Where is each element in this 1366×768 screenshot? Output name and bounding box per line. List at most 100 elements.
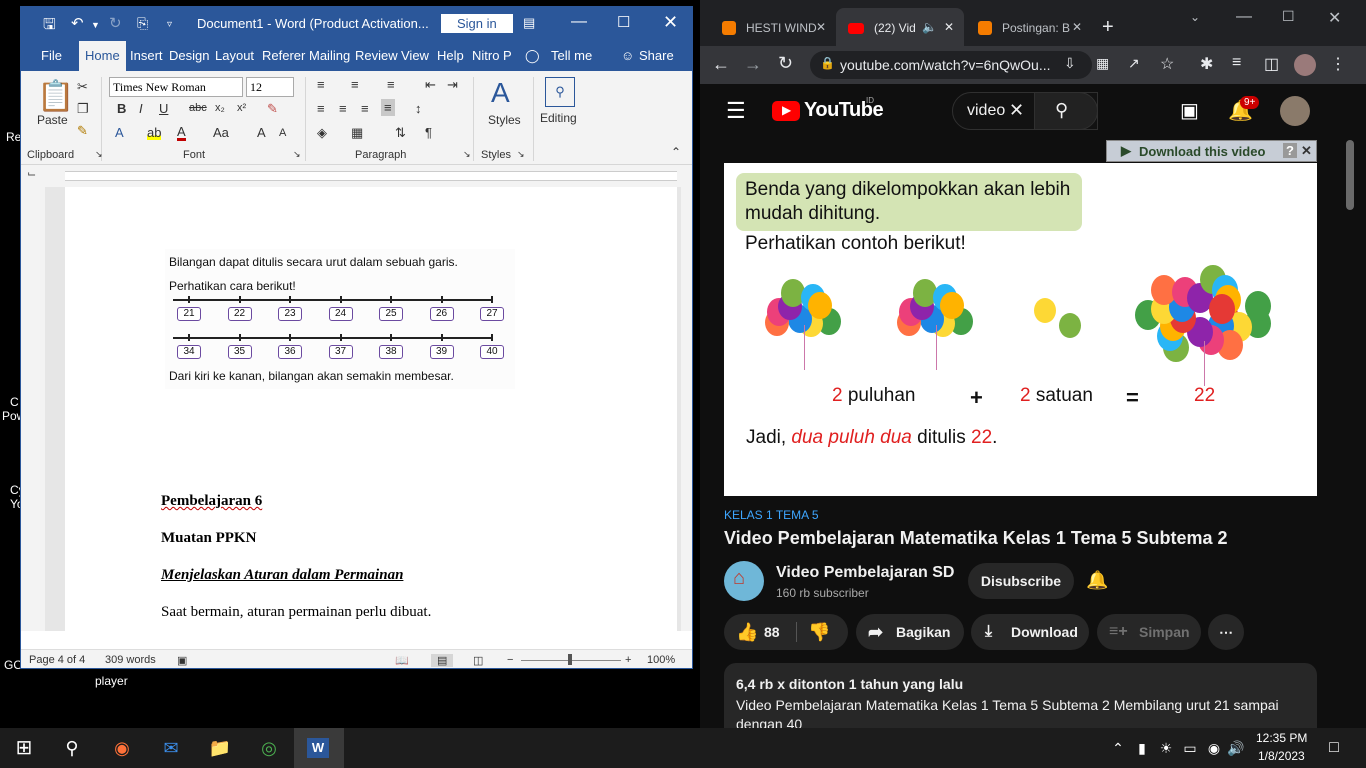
channel-name[interactable]: Video Pembelajaran SD [776, 564, 954, 582]
notifications-icon[interactable]: □ [1314, 734, 1354, 762]
find-icon[interactable]: ⚲ [545, 77, 575, 107]
tab-home[interactable]: Home [79, 41, 126, 71]
desktop-icon-label[interactable]: player [95, 674, 128, 688]
clock-date[interactable]: 1/8/2023 [1258, 749, 1305, 763]
grow-font-icon[interactable]: A [257, 125, 266, 140]
download-video-bar[interactable]: ▶ Download this video ? ✕ [1106, 140, 1317, 162]
close-tab-icon[interactable]: ✕ [944, 20, 954, 34]
hamburger-menu-icon[interactable]: ☰ [726, 98, 746, 124]
clear-formatting-icon[interactable]: ✎ [267, 101, 278, 117]
word-count[interactable]: 309 words [105, 654, 156, 666]
tab-selector-icon[interactable]: ⌙ [27, 167, 36, 180]
maximize-icon[interactable]: ☐ [1282, 8, 1295, 25]
superscript-icon[interactable]: x² [237, 102, 246, 114]
firefox-icon[interactable]: ◉ [102, 734, 142, 762]
tab-mailings[interactable]: Mailing [309, 41, 350, 71]
create-video-icon[interactable]: ▣ [1180, 98, 1199, 123]
tab-insert[interactable]: Insert [130, 41, 163, 71]
zoom-in-icon[interactable]: + [625, 654, 631, 666]
bookmark-star-icon[interactable]: ☆ [1160, 54, 1174, 74]
dialog-launcher-icon[interactable]: ↘ [293, 149, 301, 160]
editing-button[interactable]: Editing [540, 111, 577, 125]
chrome-menu-icon[interactable]: ⋮ [1330, 54, 1346, 74]
dialog-launcher-icon[interactable]: ↘ [517, 149, 525, 160]
italic-icon[interactable]: I [139, 101, 143, 116]
paste-icon[interactable]: 📋 [37, 79, 74, 114]
close-icon[interactable]: ✕ [1328, 8, 1341, 28]
shading-icon[interactable]: ◈ [317, 125, 327, 141]
reload-icon[interactable]: ↻ [778, 53, 793, 74]
close-icon[interactable]: ✕ [663, 12, 678, 33]
strikethrough-icon[interactable]: abc [189, 102, 207, 114]
vertical-scrollbar[interactable] [681, 187, 692, 631]
minimize-icon[interactable]: — [1236, 8, 1252, 26]
highlight-icon[interactable]: ab [147, 125, 162, 140]
tab-layout[interactable]: Layout [215, 41, 254, 71]
print-layout-icon[interactable]: ▤ [431, 654, 454, 667]
save-icon[interactable]: 🖫 [43, 14, 56, 39]
ribbon-display-icon[interactable]: ▤ [523, 15, 535, 31]
redo-icon[interactable]: ↻ [109, 14, 122, 32]
zoom-level[interactable]: 100% [647, 654, 675, 666]
tab-view[interactable]: View [401, 41, 429, 71]
tab-youtube[interactable]: (22) Vid 🔈 ✕ [836, 8, 964, 46]
subscribe-button[interactable]: Disubscribe [968, 563, 1074, 599]
justify-icon[interactable]: ≡ [381, 99, 395, 116]
sort-icon[interactable]: ⇅ [395, 125, 406, 141]
tab-nitro[interactable]: Nitro P [472, 41, 512, 71]
close-tab-icon[interactable]: ✕ [1072, 20, 1082, 34]
chrome-icon[interactable]: ◎ [249, 734, 289, 762]
paste-button[interactable]: Paste [37, 113, 68, 127]
video-category-link[interactable]: KELAS 1 TEMA 5 [724, 508, 819, 522]
install-icon[interactable]: ⇩ [1064, 55, 1076, 72]
styles-icon[interactable]: A [491, 77, 510, 109]
align-center-icon[interactable]: ≡ [339, 101, 347, 116]
bullets-icon[interactable]: ≡ [317, 77, 325, 92]
sign-in-button[interactable]: Sign in [441, 14, 513, 33]
print-preview-icon[interactable]: ⎘ [137, 15, 148, 32]
decrease-indent-icon[interactable]: ⇤ [425, 77, 436, 93]
bold-icon[interactable]: B [117, 101, 126, 116]
word-taskbar-button[interactable]: W [294, 728, 344, 768]
format-painter-icon[interactable]: ✎ [77, 123, 88, 139]
description-box[interactable]: 6,4 rb x ditonton 1 tahun yang lalu Vide… [724, 663, 1317, 728]
change-case-icon[interactable]: Aa [213, 125, 229, 140]
collapse-ribbon-icon[interactable]: ⌃ [671, 145, 681, 159]
download-button[interactable]: ⤓ Download [971, 614, 1089, 650]
like-count[interactable]: 88 [764, 614, 780, 650]
save-button[interactable]: ≡+ Simpan [1097, 614, 1201, 650]
url-bar[interactable]: 🔒 youtube.com/watch?v=6nQwOu... [810, 51, 1092, 79]
close-tab-icon[interactable]: ✕ [816, 20, 826, 34]
shrink-font-icon[interactable]: A [279, 127, 286, 139]
subscript-icon[interactable]: x₂ [215, 102, 225, 114]
document-page[interactable]: Bilangan dapat ditulis secara urut dalam… [65, 187, 677, 631]
page-count[interactable]: Page 4 of 4 [29, 654, 85, 666]
font-size-combo[interactable]: 12 [246, 77, 294, 97]
tab-help[interactable]: Help [437, 41, 464, 71]
proofing-icon[interactable]: ▣ [177, 654, 187, 667]
read-mode-icon[interactable]: 📖 [395, 654, 409, 667]
line-spacing-icon[interactable]: ↕ [415, 101, 422, 116]
translate-icon[interactable]: ▦ [1096, 55, 1109, 72]
numbering-icon[interactable]: ≡ [351, 77, 359, 92]
avatar[interactable] [1280, 96, 1310, 126]
minimize-icon[interactable]: — [571, 13, 587, 31]
styles-button[interactable]: Styles [488, 113, 521, 127]
tab-review[interactable]: Review [355, 41, 398, 71]
share-icon[interactable]: ☺ [621, 41, 634, 71]
media-control-icon[interactable]: ≡ [1232, 54, 1241, 72]
like-icon[interactable]: 👍 [736, 614, 758, 650]
tab-postingan[interactable]: Postingan: B ✕ [964, 8, 1092, 46]
text-effects-icon[interactable]: A [115, 125, 124, 140]
share-page-icon[interactable]: ↗ [1128, 55, 1140, 72]
audio-playing-icon[interactable]: 🔈 [922, 20, 937, 34]
tab-search-icon[interactable]: ⌄ [1190, 10, 1200, 24]
web-layout-icon[interactable]: ◫ [473, 654, 483, 667]
align-left-icon[interactable]: ≡ [317, 101, 325, 116]
font-color-icon[interactable]: A [177, 125, 186, 141]
search-icon[interactable]: ⚲ [52, 734, 92, 762]
extensions-icon[interactable]: ✱ [1200, 54, 1213, 74]
more-actions-icon[interactable]: ⋯ [1208, 614, 1244, 650]
volume-icon[interactable]: 🔊 [1216, 734, 1256, 762]
maximize-icon[interactable]: ☐ [617, 13, 630, 31]
